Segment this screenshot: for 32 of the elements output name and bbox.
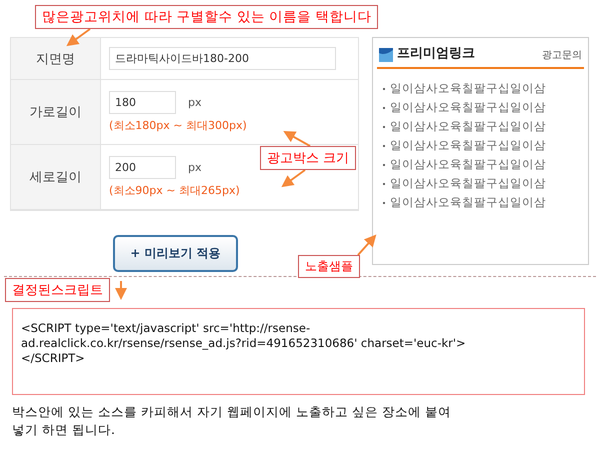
ad-link-item[interactable]: 일이삼사오육칠팔구십일이삼 (383, 81, 584, 96)
ad-link-item[interactable]: 일이삼사오육칠팔구십일이삼 (383, 176, 584, 191)
instructions-text: 박스안에 있는 소스를 카피해서 자기 웹페이지에 노출하고 싶은 장소에 붙여 넣기 하면 됩니다. (12, 403, 452, 439)
field-label: 세로길이 (11, 145, 101, 210)
callout-arrow (281, 169, 306, 188)
size-field[interactable]: 200 (109, 156, 176, 179)
callout-arrow (66, 28, 91, 46)
callout-arrow (357, 234, 376, 256)
ad-inquiry-link[interactable]: 광고문의 (542, 48, 582, 62)
annotation-label: 광고박스 크기 (260, 146, 356, 170)
preview-button[interactable]: + 미리보기 적용 (113, 235, 238, 272)
ad-link-item[interactable]: 일이삼사오육칠팔구십일이삼 (383, 119, 584, 134)
ad-link-item[interactable]: 일이삼사오육칠팔구십일이삼 (383, 138, 584, 153)
callout-arrow (283, 131, 310, 147)
ad-link-item[interactable]: 일이삼사오육칠팔구십일이삼 (383, 157, 584, 172)
annotation-label: 결정된스크립트 (5, 278, 110, 302)
unit-label: px (188, 96, 202, 109)
name-field[interactable]: 드라마틱사이드바180-200 (109, 47, 336, 70)
annotation-label: 많은광고위치에 따라 구별할수 있는 이름을 택합니다 (35, 5, 378, 29)
ad-link-item[interactable]: 일이삼사오육칠팔구십일이삼 (383, 195, 584, 210)
annotation-label: 노출샘플 (298, 255, 360, 278)
unit-label: px (188, 161, 202, 174)
size-field[interactable]: 180 (109, 91, 176, 114)
field-label: 가로길이 (11, 80, 101, 145)
range-hint: (최소90px ~ 최대265px) (109, 183, 241, 198)
field-label: 지면명 (11, 38, 101, 80)
ad-link-item[interactable]: 일이삼사오육칠팔구십일이삼 (383, 100, 584, 115)
callout-arrow (115, 281, 127, 300)
logo-icon (379, 48, 393, 62)
script-code: <SCRIPT type='text/javascript' src='http://rsense- ad.realclick.co.kr/rsense/rsense_ad.js?rid=491652310686' charset='euc-kr'> </SCRIPT> (12, 308, 585, 395)
preview-title: 프리미엄링크 (397, 45, 476, 62)
range-hint: (최소180px ~ 최대300px) (109, 118, 248, 133)
